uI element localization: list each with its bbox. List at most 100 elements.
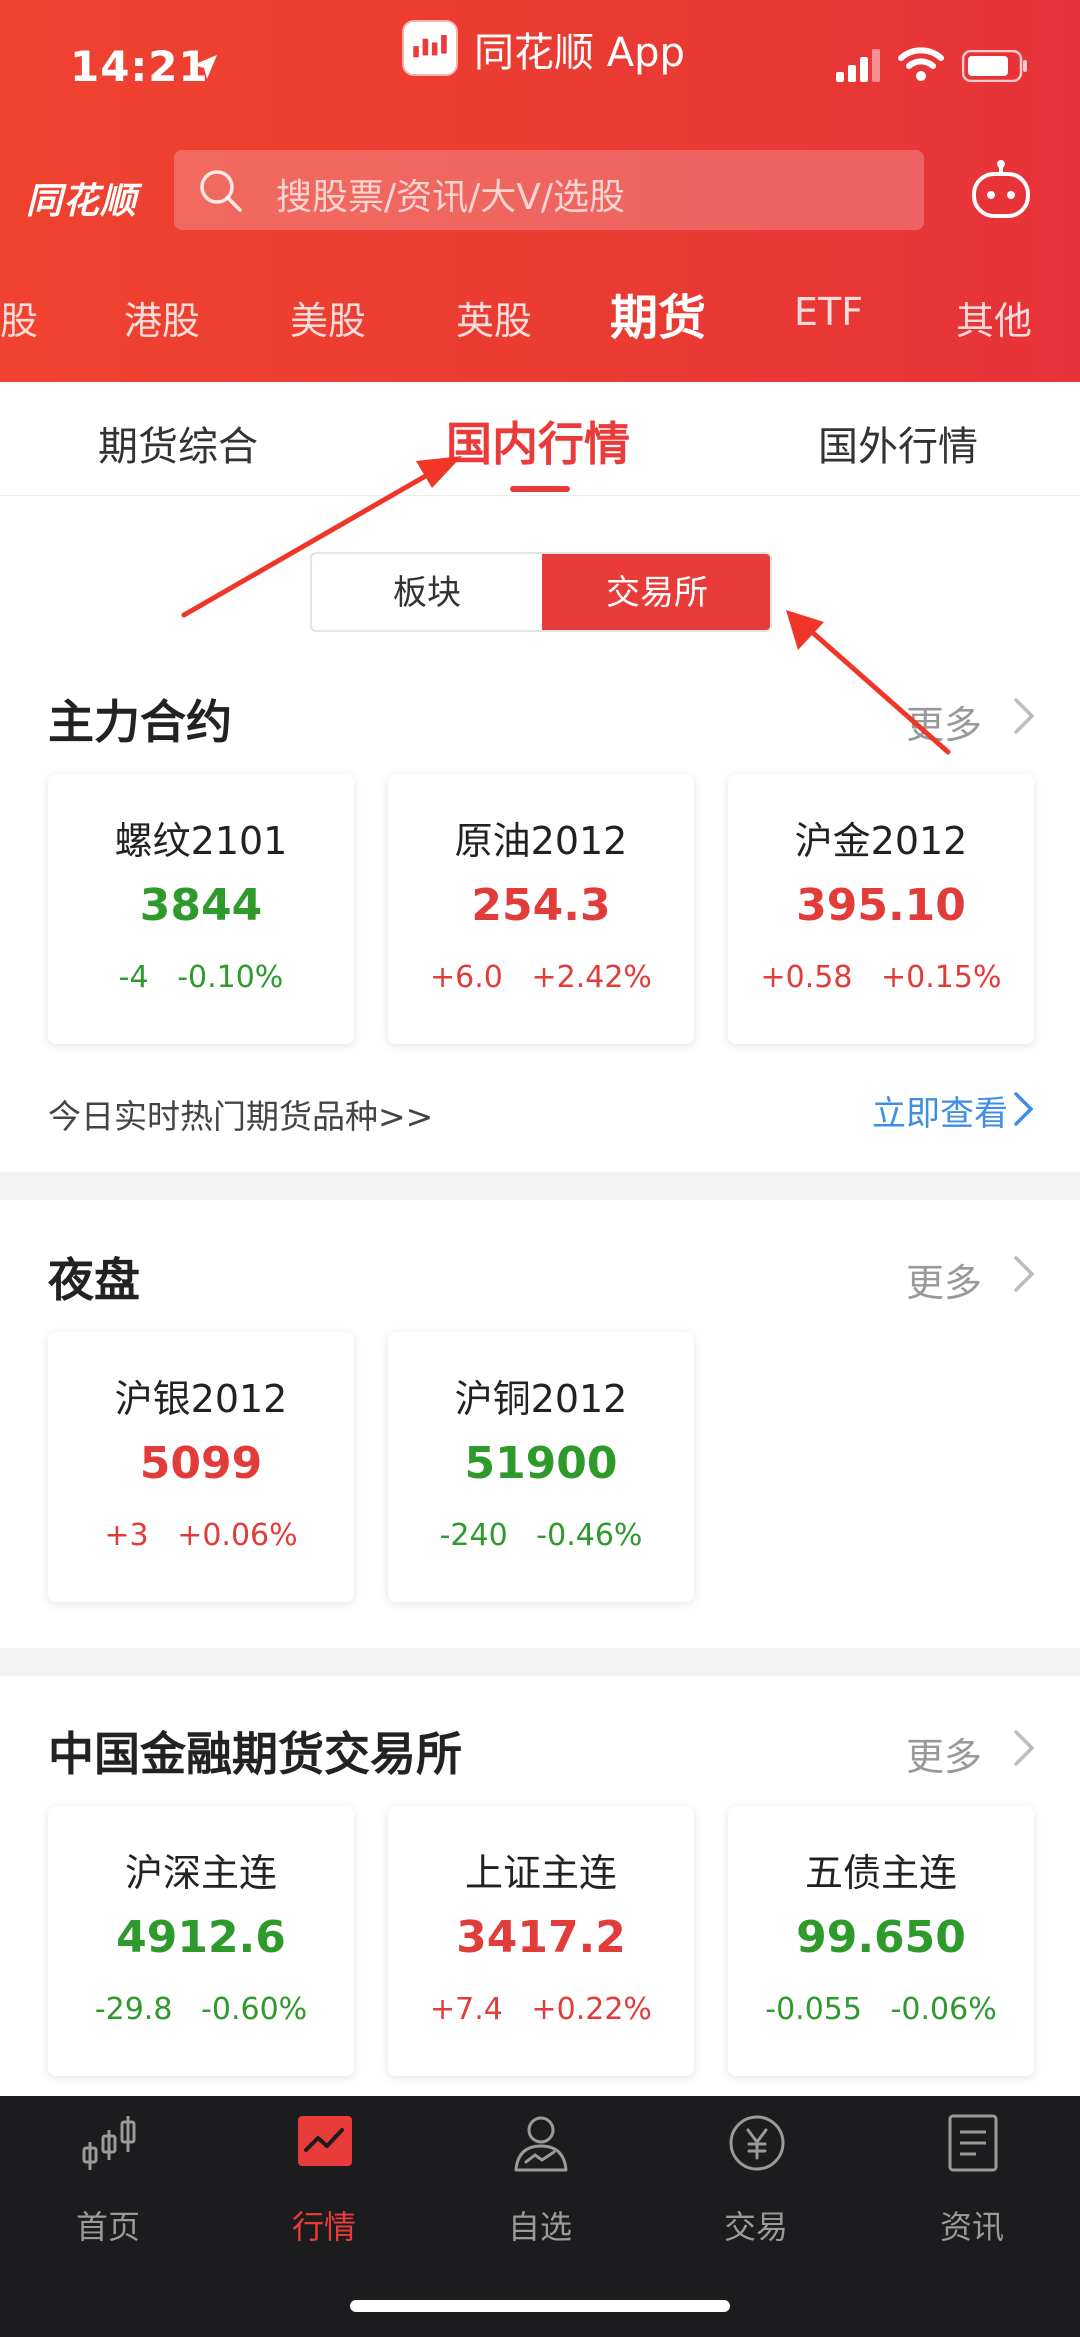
search-icon [200,170,242,212]
user-chart-icon [514,2116,568,2172]
market-tab-futures[interactable]: 期货 [610,278,706,348]
market-tab-etf[interactable]: ETF [794,290,863,334]
change-percent: -0.60% [201,1992,308,2027]
contract-change: +0.58 +0.15% [728,960,1034,995]
tab-foreign-market[interactable]: 国外行情 [818,414,978,472]
tab-domestic-market[interactable]: 国内行情 [446,408,630,474]
quote-card[interactable]: 螺纹2101 3844 -4 -0.10% [48,774,354,1044]
status-time: 14:21 [70,42,209,91]
news-doc-icon [948,2114,998,2172]
contract-change: +6.0 +2.42% [388,960,694,995]
change-value: -0.055 [765,1992,862,2027]
nav-label: 首页 [75,2208,140,2246]
chevron-right-icon[interactable] [1010,1728,1038,1768]
nav-label: 自选 [507,2208,572,2246]
segment-exchange[interactable]: 交易所 [542,554,770,630]
contract-price: 395.10 [796,880,966,931]
section-title-night: 夜盘 [48,1253,140,1307]
market-tab-stock[interactable]: 股 [0,290,38,345]
market-chart-icon [298,2116,352,2166]
quote-card[interactable]: 沪深主连 4912.6 -29.8 -0.60% [48,1806,354,2076]
quote-card[interactable]: 沪铜2012 51900 -240 -0.46% [388,1332,694,1602]
quote-card[interactable]: 五债主连 99.650 -0.055 -0.06% [728,1806,1034,2076]
brand-logo[interactable]: 同花顺 [26,172,137,224]
chevron-right-icon[interactable] [1010,1254,1038,1294]
nav-label: 行情 [291,2208,356,2246]
change-percent: -0.46% [536,1518,643,1553]
nav-news[interactable]: 资讯 [864,2112,1080,2262]
nav-label: 资讯 [939,2208,1004,2246]
contract-price: 51900 [464,1438,618,1489]
nav-home[interactable]: 首页 [0,2112,216,2262]
location-arrow-icon [193,55,217,79]
contract-name: 沪铜2012 [454,1377,628,1421]
candlestick-icon [82,2116,136,2170]
more-link-main-contracts[interactable]: 更多 [906,694,982,749]
main-content: 板块 交易所 主力合约 更多 螺纹2101 3844 -4 -0.10% 原油2… [0,496,1080,2096]
chevron-right-icon[interactable] [1010,696,1038,736]
app-screen: 14:21 同花顺 App 同花顺 搜股票/资讯/大V/选股 股 港股 美股 英… [0,0,1080,2337]
contract-price: 254.3 [471,880,611,931]
contract-price: 4912.6 [116,1912,286,1963]
change-value: -29.8 [94,1992,173,2027]
nav-label: 交易 [723,2208,788,2246]
nav-watchlist[interactable]: 自选 [432,2112,648,2262]
contract-name: 沪深主连 [124,1851,277,1895]
tab-futures-overview[interactable]: 期货综合 [98,414,258,472]
contract-change: +3 +0.06% [48,1518,354,1553]
nav-trade[interactable]: 交易 [648,2112,864,2262]
market-tab-hk[interactable]: 港股 [124,290,200,345]
contract-name: 螺纹2101 [114,819,288,863]
contract-price: 3844 [139,880,263,931]
market-tabs: 股 港股 美股 英股 期货 ETF 其他 [0,276,1080,356]
change-value: +6.0 [430,960,503,995]
contract-change: -29.8 -0.60% [48,1992,354,2027]
market-tab-other[interactable]: 其他 [956,290,1032,345]
section-divider [0,1172,1080,1200]
more-link-cffex[interactable]: 更多 [906,1726,982,1781]
contract-change: -4 -0.10% [48,960,354,995]
section-title-cffex: 中国金融期货交易所 [48,1727,462,1781]
quote-card[interactable]: 沪金2012 395.10 +0.58 +0.15% [728,774,1034,1044]
change-value: +3 [104,1518,149,1553]
chevron-right-icon[interactable] [1012,1090,1036,1128]
more-link-night[interactable]: 更多 [906,1252,982,1307]
robot-assistant-icon[interactable] [968,158,1034,224]
quote-card[interactable]: 沪银2012 5099 +3 +0.06% [48,1332,354,1602]
contract-price: 3417.2 [456,1912,626,1963]
contract-price: 99.650 [796,1912,966,1963]
futures-sub-tabs: 期货综合 国内行情 国外行情 [0,382,1080,496]
cellular-signal-icon [836,49,880,82]
view-segment-control: 板块 交易所 [310,552,772,632]
contract-name: 五债主连 [804,1851,957,1895]
change-value: +7.4 [430,1992,503,2027]
back-to-app-label[interactable]: 同花顺 App [474,20,685,78]
battery-icon [962,50,1027,82]
change-value: +0.58 [760,960,853,995]
search-bar[interactable]: 搜股票/资讯/大V/选股 [174,150,924,230]
market-tab-us[interactable]: 美股 [290,290,366,345]
active-tab-indicator [510,486,570,492]
change-percent: +0.22% [531,1992,652,2027]
change-percent: +2.42% [531,960,652,995]
contract-change: -0.055 -0.06% [728,1992,1034,2027]
contract-name: 上证主连 [464,1851,617,1895]
contract-change: +7.4 +0.22% [388,1992,694,2027]
contract-name: 沪银2012 [114,1377,288,1421]
quote-card[interactable]: 上证主连 3417.2 +7.4 +0.22% [388,1806,694,2076]
market-tab-uk[interactable]: 英股 [456,290,532,345]
quote-card[interactable]: 原油2012 254.3 +6.0 +2.42% [388,774,694,1044]
section-divider [0,1648,1080,1676]
contract-name: 沪金2012 [794,819,968,863]
contract-change: -240 -0.46% [388,1518,694,1553]
app-badge-icon[interactable] [402,20,458,76]
nav-market[interactable]: 行情 [216,2112,432,2262]
app-header: 14:21 同花顺 App 同花顺 搜股票/资讯/大V/选股 股 港股 美股 英… [0,0,1080,382]
section-title-main-contracts: 主力合约 [48,695,232,749]
view-now-link[interactable]: 立即查看 [872,1086,1008,1135]
change-value: -240 [439,1518,508,1553]
wifi-icon [898,47,944,81]
search-placeholder: 搜股票/资讯/大V/选股 [276,177,626,218]
segment-sector[interactable]: 板块 [312,554,542,630]
change-percent: -0.10% [177,960,284,995]
